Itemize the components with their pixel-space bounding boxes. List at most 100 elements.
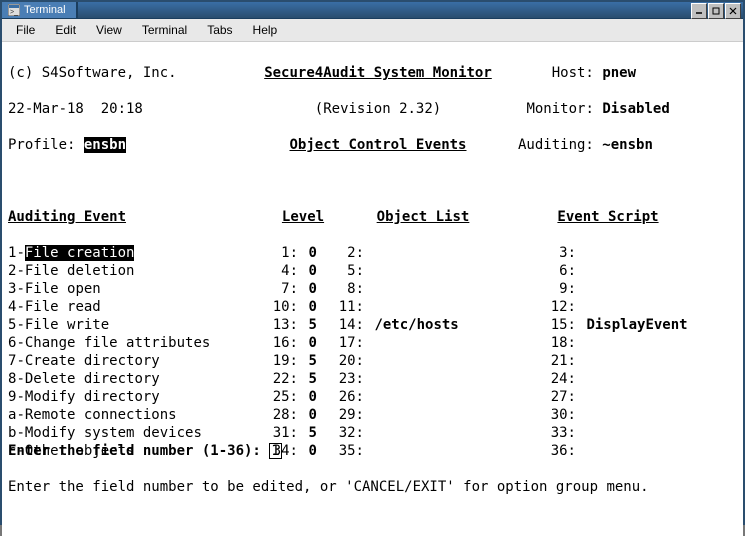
field-num-script: 18: <box>534 334 576 352</box>
menu-view[interactable]: View <box>88 21 130 39</box>
object-value: /etc/hosts <box>374 317 458 333</box>
terminal-window: >_ Terminal File Edit View Terminal Tabs… <box>0 0 745 525</box>
minimize-button[interactable] <box>691 3 707 19</box>
field-num-level: 19: <box>248 352 298 370</box>
menu-terminal[interactable]: Terminal <box>134 21 195 39</box>
monitor-value: Disabled <box>602 101 669 117</box>
field-num-object: 20: <box>322 352 364 370</box>
menu-help[interactable]: Help <box>245 21 286 39</box>
event-name: File creation <box>25 245 135 261</box>
profile-label: Profile: <box>8 137 75 153</box>
event-key: 8 <box>8 371 16 387</box>
event-key: 1 <box>8 245 16 261</box>
level-value: 0 <box>308 335 316 351</box>
host-label: Host: <box>552 65 594 81</box>
monitor-label: Monitor: <box>526 101 593 117</box>
level-value: 0 <box>308 389 316 405</box>
field-num-level: 4: <box>248 262 298 280</box>
field-num-level: 1: <box>248 244 298 262</box>
event-name: File open <box>25 281 101 297</box>
auditing-value: ~ensbn <box>602 137 653 153</box>
event-key: 5 <box>8 317 16 333</box>
event-key: 6 <box>8 335 16 351</box>
event-key: a <box>8 407 16 423</box>
event-key: 4 <box>8 299 16 315</box>
hdr-event-script: Event Script <box>557 209 658 225</box>
prompt-label: Enter the field number (1-36): <box>8 443 269 459</box>
auditing-label: Auditing: <box>518 137 594 153</box>
field-num-object: 8: <box>322 280 364 298</box>
terminal-body[interactable]: (c) S4Software, Inc. Secure4Audit System … <box>2 42 743 536</box>
event-name: File write <box>25 317 109 333</box>
menu-file[interactable]: File <box>8 21 43 39</box>
field-num-script: 21: <box>534 352 576 370</box>
field-num-object: 23: <box>322 370 364 388</box>
field-num-level: 22: <box>248 370 298 388</box>
terminal-icon: >_ <box>8 4 20 16</box>
field-num-object: 17: <box>322 334 364 352</box>
host-value: pnew <box>602 65 636 81</box>
field-num-script: 9: <box>534 280 576 298</box>
field-num-script: 3: <box>534 244 576 262</box>
level-value: 0 <box>308 407 316 423</box>
section-title: Object Control Events <box>289 137 466 153</box>
field-num-object: 5: <box>322 262 364 280</box>
revision: (Revision 2.32) <box>238 100 518 118</box>
field-num-object: 26: <box>322 388 364 406</box>
copyright: (c) S4Software, Inc. <box>8 64 238 82</box>
field-num-script: 15: <box>534 316 576 334</box>
field-num-object: 2: <box>322 244 364 262</box>
field-num-level: 25: <box>248 388 298 406</box>
event-name: Modify directory <box>25 389 160 405</box>
menubar: File Edit View Terminal Tabs Help <box>2 19 743 42</box>
field-num-level: 10: <box>248 298 298 316</box>
event-name: Delete directory <box>25 371 160 387</box>
event-name: Remote connections <box>25 407 177 423</box>
prompt-help: Enter the field number to be edited, or … <box>8 478 737 496</box>
event-key: 9 <box>8 389 16 405</box>
event-name: Change file attributes <box>25 335 210 351</box>
field-num-script: 12: <box>534 298 576 316</box>
event-row: 4-File read10: 011: 12: <box>8 298 737 316</box>
event-key: 3 <box>8 281 16 297</box>
titlebar[interactable]: >_ Terminal <box>2 2 743 19</box>
field-num-script: 6: <box>534 262 576 280</box>
level-value: 5 <box>308 317 316 333</box>
window-title: Terminal <box>24 4 66 16</box>
field-num-object: 14: <box>322 316 364 334</box>
field-number-input[interactable]: 1 <box>269 443 281 459</box>
field-num-level: 13: <box>248 316 298 334</box>
close-button[interactable] <box>725 3 741 19</box>
field-num-object: 29: <box>322 406 364 424</box>
field-num-script: 24: <box>534 370 576 388</box>
level-value: 0 <box>308 299 316 315</box>
app-title: Secure4Audit System Monitor <box>264 65 492 81</box>
menu-tabs[interactable]: Tabs <box>199 21 240 39</box>
event-key: 7 <box>8 353 16 369</box>
maximize-button[interactable] <box>708 3 724 19</box>
date-time: 22-Mar-18 20:18 <box>8 100 238 118</box>
event-row: 1-File creation1: 02: 3: <box>8 244 737 262</box>
hdr-level: Level <box>282 209 324 225</box>
profile-value: ensbn <box>84 137 126 153</box>
field-num-script: 27: <box>534 388 576 406</box>
level-value: 0 <box>308 263 316 279</box>
level-value: 5 <box>308 371 316 387</box>
field-num-object: 11: <box>322 298 364 316</box>
event-row: 9-Modify directory25: 026: 27: <box>8 388 737 406</box>
level-value: 0 <box>308 245 316 261</box>
event-row: 8-Delete directory22: 523: 24: <box>8 370 737 388</box>
prompt-area: Enter the field number (1-36): 1 Enter t… <box>8 424 737 532</box>
event-row: 7-Create directory19: 520: 21: <box>8 352 737 370</box>
svg-text:>_: >_ <box>10 9 18 16</box>
event-row: 6-Change file attributes16: 017: 18: <box>8 334 737 352</box>
event-key: 2 <box>8 263 16 279</box>
level-value: 0 <box>308 281 316 297</box>
field-num-level: 16: <box>248 334 298 352</box>
title-tab: >_ Terminal <box>2 2 78 18</box>
event-row: 2-File deletion4: 05: 6: <box>8 262 737 280</box>
hdr-event: Auditing Event <box>8 209 126 225</box>
field-num-level: 28: <box>248 406 298 424</box>
field-num-script: 30: <box>534 406 576 424</box>
menu-edit[interactable]: Edit <box>47 21 84 39</box>
